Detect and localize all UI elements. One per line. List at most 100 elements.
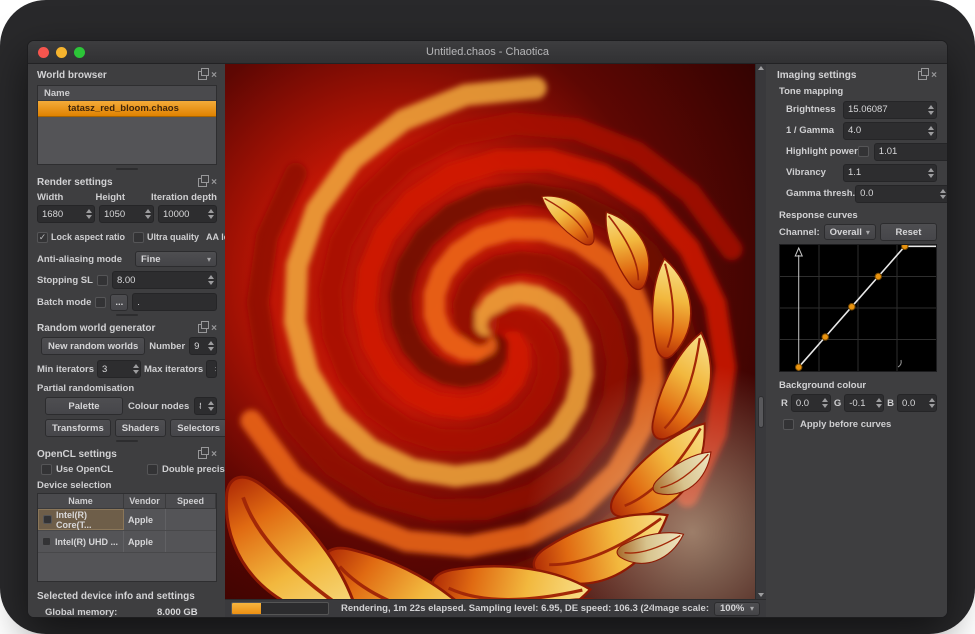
spinner-down-icon[interactable] [928,174,934,178]
highlight-power-field[interactable] [874,143,947,161]
world-list-selected-row[interactable]: tatasz_red_bloom.chaos [38,101,216,117]
image-scale-dropdown[interactable]: 100% ▾ [714,602,760,616]
float-panel-icon[interactable] [918,71,927,80]
world-list-name-header[interactable]: Name [38,86,216,101]
palette-button[interactable]: Palette [45,397,123,415]
shaders-button[interactable]: Shaders [115,419,167,437]
red-input[interactable] [792,395,821,411]
blue-field[interactable] [897,394,937,412]
spinner-up-icon[interactable] [86,209,92,213]
float-panel-icon[interactable] [198,178,207,187]
height-input[interactable] [100,206,142,222]
device-name-cell[interactable]: Intel(R) Core(T... [38,509,124,530]
colour-nodes-input[interactable] [195,398,205,414]
green-field[interactable] [844,394,884,412]
float-panel-icon[interactable] [198,450,207,459]
vibrancy-input[interactable] [844,165,925,181]
vibrancy-field[interactable] [843,164,937,182]
gamma-field[interactable] [843,122,937,140]
splitter-grip[interactable] [37,165,217,173]
gamma-input[interactable] [844,123,925,139]
scrollbar-thumb[interactable] [758,396,764,428]
use-opencl-checkbox[interactable] [41,464,52,475]
fractal-viewport[interactable] [225,64,755,599]
spinner-up-icon[interactable] [208,275,214,279]
spinner-down-icon[interactable] [940,195,946,199]
spinner-down-icon[interactable] [145,215,151,219]
spinner-up-icon[interactable] [208,341,214,345]
spinner-down-icon[interactable] [208,347,214,351]
response-curve-editor[interactable] [779,244,937,372]
spinner-up-icon[interactable] [928,105,934,109]
device-vendor-cell[interactable]: Apple [124,509,166,530]
device-table[interactable]: Name Vendor Speed Intel(R) Core(T... App… [37,493,217,582]
spinner-down-icon[interactable] [876,404,882,408]
stopping-sl-field[interactable] [112,271,217,289]
device-checkbox[interactable] [43,515,52,524]
gamma-thresh-input[interactable] [856,186,937,202]
red-field[interactable] [791,394,831,412]
spinner-down-icon[interactable] [822,404,828,408]
spinner-down-icon[interactable] [929,404,935,408]
column-vendor[interactable]: Vendor [124,494,166,508]
close-window-button[interactable] [38,47,49,58]
spinner-up-icon[interactable] [145,209,151,213]
ultra-quality-checkbox[interactable] [133,232,144,243]
close-panel-icon[interactable]: × [211,324,217,333]
spinner-up-icon[interactable] [928,168,934,172]
height-field[interactable] [99,205,154,223]
batch-browse-button[interactable]: ... [110,294,128,311]
reset-curve-button[interactable]: Reset [880,223,937,241]
width-input[interactable] [38,206,83,222]
world-browser-list[interactable]: Name tatasz_red_bloom.chaos [37,85,217,165]
spinner-down-icon[interactable] [133,370,139,374]
device-name-cell[interactable]: Intel(R) UHD ... [38,531,124,552]
green-input[interactable] [845,395,874,411]
spinner-down-icon[interactable] [215,370,217,374]
highlight-power-input[interactable] [875,144,947,160]
aa-mode-dropdown[interactable]: Fine ▾ [135,251,217,267]
spinner-up-icon[interactable] [208,209,214,213]
new-random-worlds-button[interactable]: New random worlds [41,337,145,355]
batch-path-field[interactable] [132,293,217,311]
response-curve-plot[interactable] [780,245,936,371]
device-table-header[interactable]: Name Vendor Speed [38,494,216,509]
spinner-up-icon[interactable] [822,398,828,402]
title-bar[interactable]: Untitled.chaos - Chaotica [28,41,947,64]
spinner-up-icon[interactable] [929,398,935,402]
zoom-window-button[interactable] [74,47,85,58]
spinner-up-icon[interactable] [876,398,882,402]
spinner-down-icon[interactable] [208,407,214,411]
number-field[interactable] [189,337,217,355]
device-row[interactable]: Intel(R) Core(T... Apple [38,509,216,531]
iteration-depth-field[interactable] [158,205,217,223]
brightness-input[interactable] [844,102,925,118]
float-panel-icon[interactable] [198,71,207,80]
vertical-scrollbar[interactable] [755,64,766,599]
min-iterators-field[interactable] [97,360,141,378]
number-input[interactable] [190,338,205,354]
brightness-field[interactable] [843,101,937,119]
device-speed-cell[interactable] [166,531,216,552]
spinner-down-icon[interactable] [86,215,92,219]
width-field[interactable] [37,205,95,223]
selectors-button[interactable]: Selectors [170,419,225,437]
close-panel-icon[interactable]: × [211,71,217,80]
scroll-down-icon[interactable] [758,593,764,597]
min-iterators-input[interactable] [98,361,131,377]
scroll-up-icon[interactable] [758,66,764,70]
spinner-up-icon[interactable] [928,126,934,130]
splitter-grip[interactable] [37,311,217,319]
spinner-up-icon[interactable] [208,401,214,405]
batch-path-input[interactable] [133,294,216,310]
stopping-sl-checkbox[interactable] [97,275,108,286]
batch-mode-checkbox[interactable] [95,297,106,308]
double-precision-checkbox[interactable] [147,464,158,475]
iteration-depth-input[interactable] [159,206,205,222]
channel-dropdown[interactable]: Overall ▾ [824,224,876,240]
close-panel-icon[interactable]: × [211,178,217,187]
lock-aspect-checkbox[interactable]: ✓ [37,232,48,243]
splitter-grip[interactable] [37,437,217,445]
column-speed[interactable]: Speed [166,494,216,508]
close-panel-icon[interactable]: × [211,450,217,459]
